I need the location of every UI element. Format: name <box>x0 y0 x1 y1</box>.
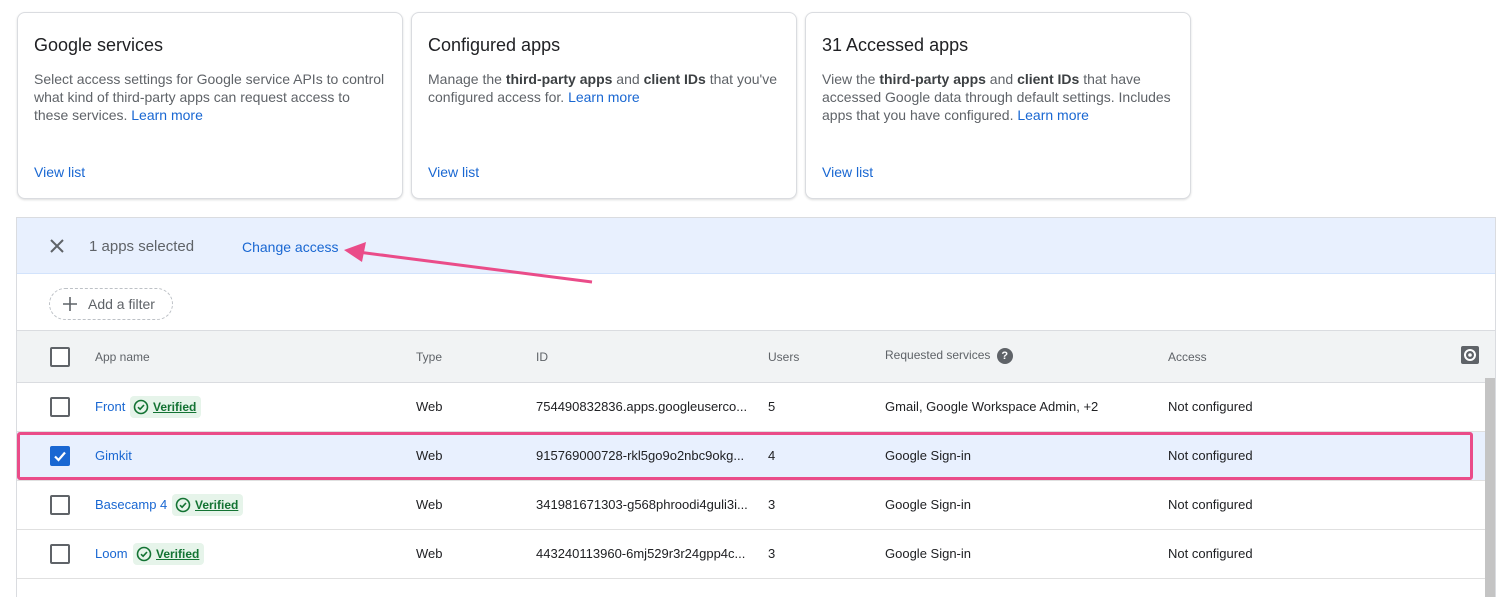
header-app-name[interactable]: App name <box>95 350 150 364</box>
requested-services: Google Sign-in <box>885 546 971 561</box>
requested-services: Google Sign-in <box>885 448 971 463</box>
header-id[interactable]: ID <box>536 350 548 364</box>
selection-bar: 1 apps selected Change access <box>17 218 1495 274</box>
requested-services: Gmail, Google Workspace Admin, +2 <box>885 399 1099 414</box>
learn-more-link[interactable]: Learn more <box>568 89 640 105</box>
view-list-link[interactable]: View list <box>822 164 873 180</box>
view-list-link[interactable]: View list <box>34 164 85 180</box>
card-title: Google services <box>34 35 164 55</box>
app-type: Web <box>416 399 443 414</box>
user-count: 3 <box>768 497 776 512</box>
row-checkbox[interactable] <box>50 397 70 417</box>
gear-icon[interactable] <box>1461 346 1479 364</box>
plus-icon <box>63 297 77 311</box>
add-filter-label: Add a filter <box>88 296 155 312</box>
select-all-checkbox[interactable] <box>50 347 70 367</box>
header-requested-services-label: Requested services <box>885 348 991 363</box>
check-circle-icon <box>136 546 152 562</box>
table-row[interactable]: Front Verified Web 754490832836.apps.google… <box>17 383 1495 432</box>
header-requested-services[interactable]: Requested services ? <box>885 348 1013 364</box>
card-title: Configured apps <box>428 35 561 55</box>
requested-services: Google Sign-in <box>885 497 971 512</box>
app-id: 915769000728-rkl5go9o2nbc9okg... <box>536 448 745 463</box>
access-status: Not configured <box>1168 448 1253 463</box>
scrollbar[interactable] <box>1485 378 1495 597</box>
card-configured-apps: Configured apps Manage the third-party a… <box>411 12 797 199</box>
verified-label: Verified <box>153 400 197 414</box>
verified-badge[interactable]: Verified <box>172 494 244 516</box>
app-name-link[interactable]: Basecamp 4 <box>95 497 167 512</box>
access-status: Not configured <box>1168 399 1253 414</box>
filter-row: Add a filter <box>17 274 1495 330</box>
check-circle-icon <box>133 399 149 415</box>
close-icon[interactable] <box>47 236 67 256</box>
verified-label: Verified <box>156 547 200 561</box>
app-id: 754490832836.apps.googleuserco... <box>536 399 748 414</box>
header-access[interactable]: Access <box>1168 350 1207 364</box>
card-title: 31 Accessed apps <box>822 35 969 55</box>
learn-more-link[interactable]: Learn more <box>1017 107 1089 123</box>
verified-badge[interactable]: Verified <box>133 543 205 565</box>
table-row[interactable]: Loom Verified Web 443240113960-6mj529r3r24g… <box>17 530 1495 579</box>
table-row[interactable]: Basecamp 4 Verified Web 341981671303-g568ph… <box>17 481 1495 530</box>
table-header: App name Type ID Users Requested service… <box>17 330 1495 383</box>
add-filter-button[interactable]: Add a filter <box>49 288 173 320</box>
app-name-link[interactable]: Loom <box>95 546 128 561</box>
user-count: 3 <box>768 546 776 561</box>
app-type: Web <box>416 497 443 512</box>
check-icon <box>54 451 66 462</box>
app-id: 443240113960-6mj529r3r24gpp4c... <box>536 546 746 561</box>
header-users[interactable]: Users <box>768 350 799 364</box>
app-name-link[interactable]: Front <box>95 399 125 414</box>
row-checkbox[interactable] <box>50 495 70 515</box>
app-name-link[interactable]: Gimkit <box>95 448 132 463</box>
view-list-link[interactable]: View list <box>428 164 479 180</box>
app-type: Web <box>416 448 443 463</box>
header-type[interactable]: Type <box>416 350 442 364</box>
verified-label: Verified <box>195 498 239 512</box>
check-circle-icon <box>175 497 191 513</box>
user-count: 5 <box>768 399 776 414</box>
verified-badge[interactable]: Verified <box>130 396 202 418</box>
help-icon[interactable]: ? <box>996 348 1013 364</box>
selected-count: 1 apps selected <box>89 238 195 255</box>
card-description: Manage the third-party apps and client I… <box>428 71 777 105</box>
apps-table: 1 apps selected Change access Add a filt… <box>16 217 1496 597</box>
access-status: Not configured <box>1168 546 1253 561</box>
row-checkbox[interactable] <box>50 544 70 564</box>
table-row[interactable]: Gimkit Web 915769000728-rkl5go9o2nbc9okg..… <box>17 432 1495 481</box>
app-id: 341981671303-g568phroodi4guli3i... <box>536 497 748 512</box>
card-google-services: Google services Select access settings f… <box>17 12 403 199</box>
learn-more-link[interactable]: Learn more <box>131 107 203 123</box>
card-description: View the third-party apps and client IDs… <box>822 71 1171 123</box>
app-type: Web <box>416 546 443 561</box>
change-access-button[interactable]: Change access <box>242 239 339 255</box>
row-checkbox[interactable] <box>50 446 70 466</box>
access-status: Not configured <box>1168 497 1253 512</box>
user-count: 4 <box>768 448 776 463</box>
card-accessed-apps: 31 Accessed apps View the third-party ap… <box>805 12 1191 199</box>
card-description: Select access settings for Google servic… <box>34 71 385 123</box>
